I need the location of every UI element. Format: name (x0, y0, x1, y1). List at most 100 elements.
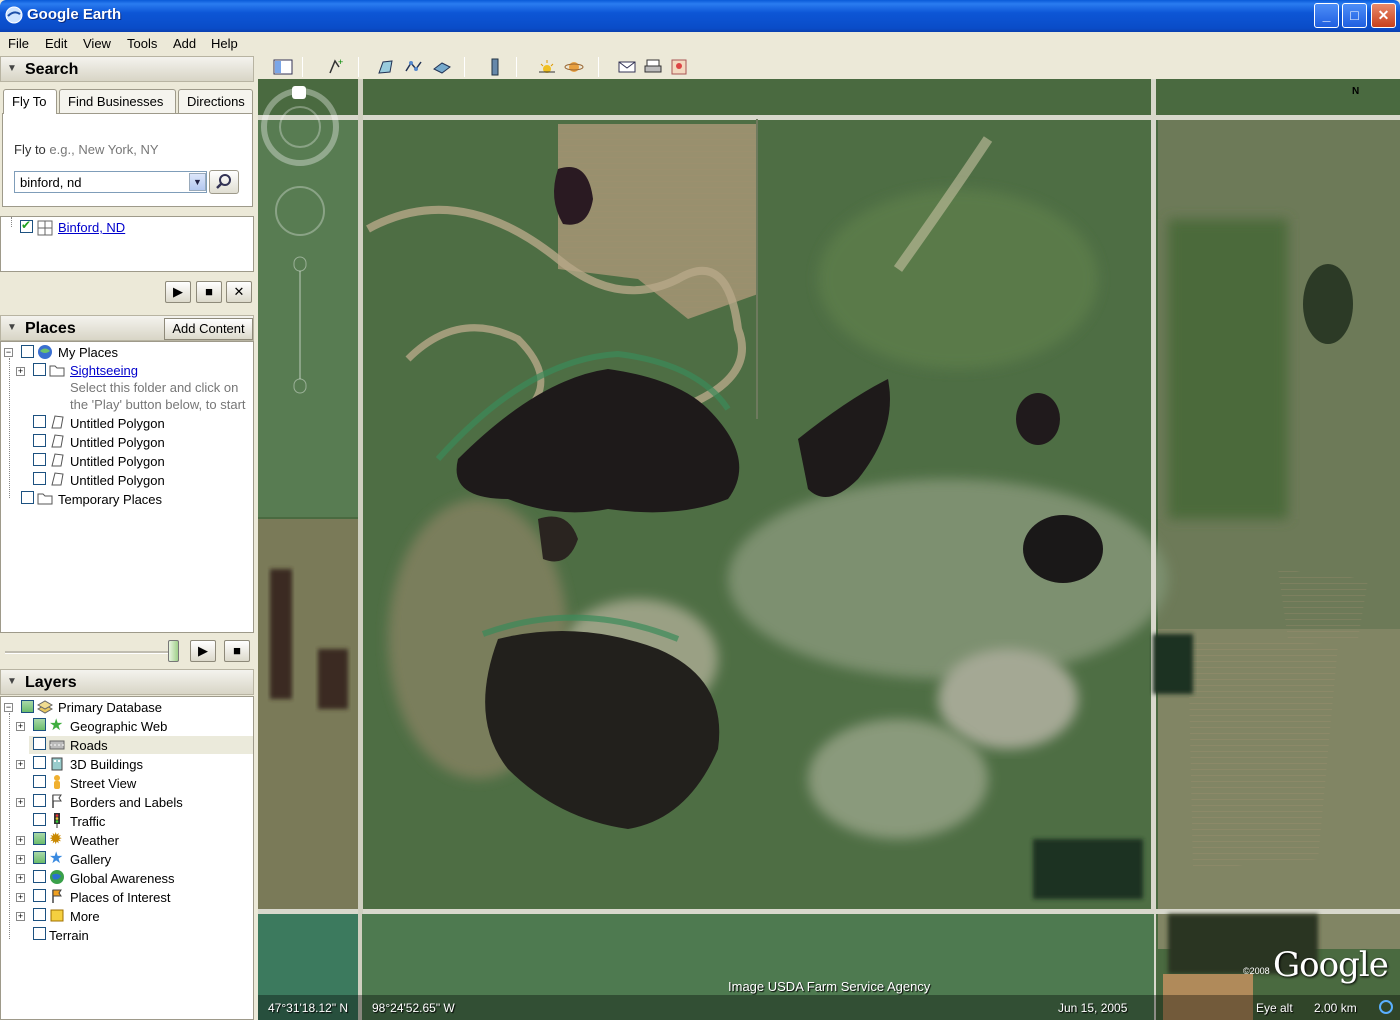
menu-help[interactable]: Help (211, 36, 238, 51)
layer-checkbox[interactable] (33, 889, 46, 902)
tree-item-polygon[interactable]: Untitled Polygon (70, 473, 165, 488)
placemark-icon[interactable]: + (324, 57, 346, 77)
layer-3d-buildings[interactable]: 3D Buildings (70, 757, 143, 772)
primary-database-checkbox[interactable] (21, 700, 34, 713)
layer-street-view[interactable]: Street View (70, 776, 136, 791)
tree-item-sightseeing[interactable]: Sightseeing (70, 363, 138, 378)
layer-checkbox[interactable] (33, 756, 46, 769)
collapse-expander[interactable]: − (4, 703, 13, 712)
sky-mode-icon[interactable] (563, 57, 585, 77)
tour-speed-slider-track[interactable] (5, 651, 177, 654)
maximize-button[interactable]: □ (1342, 3, 1367, 28)
tab-directions[interactable]: Directions (178, 89, 253, 113)
polygon-checkbox[interactable] (33, 453, 46, 466)
result-link-binford[interactable]: Binford, ND (58, 220, 125, 235)
north-button[interactable] (292, 86, 306, 99)
look-ring[interactable] (261, 88, 339, 166)
expand-expander[interactable]: + (16, 836, 25, 845)
search-section-header[interactable]: ▼ Search (0, 56, 254, 82)
stop-tour-button[interactable]: ■ (224, 640, 250, 662)
collapse-triangle-icon[interactable]: ▼ (7, 322, 17, 333)
search-history-dropdown[interactable]: ▼ (189, 173, 206, 191)
polygon-checkbox[interactable] (33, 415, 46, 428)
layer-traffic[interactable]: Traffic (70, 814, 105, 829)
layers-section-header[interactable]: ▼ Layers (0, 669, 254, 695)
move-joystick[interactable] (275, 186, 325, 236)
play-tour-button[interactable]: ▶ (190, 640, 216, 662)
layer-checkbox[interactable] (33, 870, 46, 883)
sunlight-icon[interactable] (536, 57, 558, 77)
my-places-checkbox[interactable] (21, 345, 34, 358)
zoom-in-button[interactable] (293, 256, 307, 272)
layer-checkbox[interactable] (33, 851, 46, 864)
terrain-checkbox[interactable] (33, 927, 46, 940)
layer-checkbox[interactable] (33, 832, 46, 845)
temporary-places-checkbox[interactable] (21, 491, 34, 504)
stop-button[interactable]: ■ (196, 281, 222, 303)
layer-weather[interactable]: Weather (70, 833, 119, 848)
add-content-button[interactable]: Add Content (164, 318, 253, 340)
layer-checkbox[interactable] (33, 718, 46, 731)
polygon-checkbox[interactable] (33, 472, 46, 485)
layer-checkbox[interactable] (33, 737, 46, 750)
tour-speed-slider-thumb[interactable] (168, 640, 179, 662)
expand-expander[interactable]: + (16, 798, 25, 807)
tab-find-businesses[interactable]: Find Businesses (59, 89, 176, 113)
play-button[interactable]: ▶ (165, 281, 191, 303)
ruler-icon[interactable] (484, 57, 506, 77)
expand-expander[interactable]: + (16, 722, 25, 731)
tree-item-temporary-places[interactable]: Temporary Places (58, 492, 162, 507)
sidebar-toggle-icon[interactable] (272, 57, 294, 77)
tree-item-polygon[interactable]: Untitled Polygon (70, 435, 165, 450)
layer-checkbox[interactable] (33, 813, 46, 826)
layer-primary-database[interactable]: Primary Database (58, 700, 162, 715)
polygon-checkbox[interactable] (33, 434, 46, 447)
layer-global-awareness[interactable]: Global Awareness (70, 871, 175, 886)
tree-item-polygon[interactable]: Untitled Polygon (70, 416, 165, 431)
minimize-button[interactable]: _ (1314, 3, 1339, 28)
result-checkbox[interactable] (20, 218, 33, 233)
close-button[interactable]: ✕ (1371, 3, 1396, 28)
collapse-expander[interactable]: − (4, 348, 13, 357)
view-in-maps-icon[interactable] (668, 57, 690, 77)
menu-file[interactable]: File (8, 36, 29, 51)
menu-add[interactable]: Add (173, 36, 196, 51)
expand-expander[interactable]: + (16, 874, 25, 883)
image-overlay-icon[interactable] (431, 57, 453, 77)
layer-places-of-interest[interactable]: Places of Interest (70, 890, 170, 905)
expand-expander[interactable]: + (16, 912, 25, 921)
layer-roads[interactable]: Roads (70, 738, 108, 753)
search-button[interactable] (209, 170, 239, 194)
clear-results-button[interactable]: ✕ (226, 281, 252, 303)
collapse-triangle-icon[interactable]: ▼ (7, 676, 17, 687)
expand-expander[interactable]: + (16, 760, 25, 769)
expand-expander[interactable]: + (16, 367, 25, 376)
add-path-icon[interactable] (403, 57, 425, 77)
zoom-out-button[interactable] (293, 378, 307, 394)
collapse-triangle-icon[interactable]: ▼ (7, 63, 17, 74)
layer-terrain[interactable]: Terrain (49, 928, 89, 943)
layer-checkbox[interactable] (33, 775, 46, 788)
layer-geographic-web[interactable]: Geographic Web (70, 719, 167, 734)
layer-gallery[interactable]: Gallery (70, 852, 111, 867)
layer-more[interactable]: More (70, 909, 100, 924)
menu-tools[interactable]: Tools (127, 36, 157, 51)
sightseeing-checkbox[interactable] (33, 363, 46, 376)
search-input[interactable] (14, 171, 207, 193)
layer-checkbox[interactable] (33, 794, 46, 807)
print-icon[interactable] (642, 57, 664, 77)
layer-checkbox[interactable] (33, 908, 46, 921)
tab-fly-to[interactable]: Fly To (3, 89, 57, 114)
places-section-header[interactable]: ▼ Places Add Content (0, 315, 254, 341)
tree-item-polygon[interactable]: Untitled Polygon (70, 454, 165, 469)
menu-view[interactable]: View (83, 36, 111, 51)
layer-borders-and-labels[interactable]: Borders and Labels (70, 795, 183, 810)
menu-edit[interactable]: Edit (45, 36, 67, 51)
expand-expander[interactable]: + (16, 855, 25, 864)
expand-expander[interactable]: + (16, 893, 25, 902)
map-viewport[interactable]: N Image USDA Farm Service Agency 47°31'1… (258, 79, 1400, 1020)
tree-item-my-places[interactable]: My Places (58, 345, 118, 360)
look-joystick[interactable] (279, 106, 321, 148)
add-polygon-icon[interactable] (376, 57, 398, 77)
email-icon[interactable] (616, 57, 638, 77)
